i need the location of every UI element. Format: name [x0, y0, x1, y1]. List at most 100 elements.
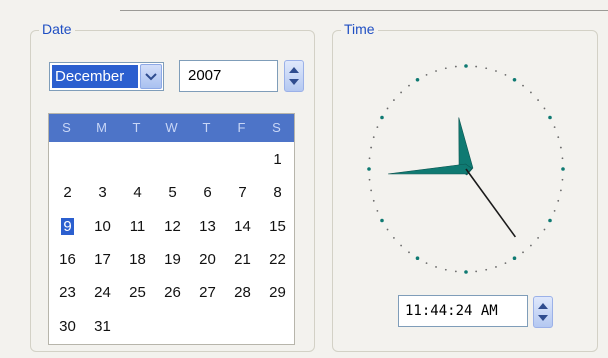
- calendar-day-number: 10: [94, 217, 111, 235]
- clock-hour-marker: [548, 218, 552, 223]
- clock-minute-tick: [435, 266, 437, 268]
- year-field[interactable]: 2007: [179, 60, 278, 92]
- clock-minute-tick: [543, 228, 546, 231]
- calendar-day[interactable]: 20: [190, 244, 225, 277]
- calendar-day[interactable]: 24: [85, 277, 120, 310]
- calendar-day-number: 25: [129, 284, 146, 302]
- calendar-day-number: 20: [199, 250, 216, 268]
- calendar-day-number: 24: [94, 284, 111, 302]
- calendar-day[interactable]: 31: [85, 311, 120, 344]
- calendar-day[interactable]: 18: [120, 244, 155, 277]
- calendar-day[interactable]: 2: [50, 177, 85, 210]
- clock-minute-tick: [393, 237, 395, 239]
- calendar-day-number: 3: [98, 184, 107, 202]
- clock-hour-marker: [380, 115, 384, 120]
- weekday-label: S: [62, 120, 71, 135]
- calendar-day[interactable]: 14: [225, 211, 260, 244]
- calendar-day-number: 18: [129, 250, 146, 268]
- calendar-day[interactable]: 12: [155, 211, 190, 244]
- time-spinner[interactable]: [533, 296, 553, 328]
- calendar-day[interactable]: 15: [260, 211, 295, 244]
- window-top-edge: [120, 10, 608, 11]
- calendar-day[interactable]: 29: [260, 277, 295, 310]
- calendar-day[interactable]: 16: [50, 244, 85, 277]
- spin-down-button[interactable]: [289, 76, 299, 88]
- calendar-day-number: 9: [61, 217, 74, 235]
- calendar-day-number: 26: [164, 284, 181, 302]
- clock-minute-tick: [370, 146, 373, 149]
- clock-minute-tick: [376, 209, 379, 212]
- calendar-day[interactable]: 25: [120, 277, 155, 310]
- calendar-day-number: 12: [164, 217, 181, 235]
- calendar-day[interactable]: 8: [260, 177, 295, 210]
- date-groupbox: Date December 2007 S M T W T F S 1234567…: [30, 21, 315, 352]
- calendar-day[interactable]: 27: [190, 277, 225, 310]
- clock-minute-tick: [553, 209, 556, 212]
- weekday-label: W: [165, 120, 178, 135]
- calendar-day[interactable]: 9: [50, 211, 85, 244]
- calendar-day[interactable]: 23: [50, 277, 85, 310]
- calendar-empty-cell: [50, 144, 85, 177]
- calendar-day[interactable]: 30: [50, 311, 85, 344]
- clock-minute-tick: [425, 74, 428, 76]
- calendar-day[interactable]: 5: [155, 177, 190, 210]
- weekday-label: S: [272, 120, 281, 135]
- calendar-day[interactable]: 22: [260, 244, 295, 277]
- spin-up-button[interactable]: [289, 64, 299, 76]
- arrow-down-icon: [538, 315, 548, 321]
- clock-minute-tick: [530, 91, 532, 94]
- clock-minute-tick: [485, 67, 488, 70]
- calendar-day-number: 14: [234, 217, 251, 235]
- clock-minute-tick: [444, 268, 447, 271]
- calendar-empty-cell: [155, 144, 190, 177]
- month-dropdown[interactable]: December: [49, 62, 164, 91]
- calendar-day[interactable]: 10: [85, 211, 120, 244]
- calendar-day-number: 23: [59, 284, 76, 302]
- clock-minute-tick: [408, 84, 410, 87]
- calendar-day[interactable]: 13: [190, 211, 225, 244]
- clock-minute-tick: [376, 126, 379, 129]
- spin-up-button[interactable]: [538, 300, 548, 312]
- clock-minute-tick: [400, 91, 402, 94]
- calendar-day[interactable]: 28: [225, 277, 260, 310]
- calendar-day[interactable]: 4: [120, 177, 155, 210]
- calendar-day[interactable]: 11: [120, 211, 155, 244]
- chevron-down-icon: [145, 72, 157, 80]
- calendar-day[interactable]: 19: [155, 244, 190, 277]
- clock-minute-tick: [408, 251, 410, 254]
- calendar-day[interactable]: 1: [260, 144, 295, 177]
- calendar-grid: S M T W T F S 1 2 3 4 5 6 7 8 9 10 11 12 13 14 15 16 17 1…: [48, 113, 295, 345]
- calendar-empty-cell: [155, 311, 190, 344]
- clock-minute-tick: [495, 70, 497, 72]
- clock-minute-tick: [400, 244, 402, 247]
- clock-minute-tick: [425, 262, 428, 264]
- clock-minute-tick: [454, 65, 457, 68]
- calendar-day[interactable]: 17: [85, 244, 120, 277]
- calendar-day[interactable]: 7: [225, 177, 260, 210]
- clock-minute-tick: [557, 136, 560, 139]
- calendar-day-number: 1: [273, 151, 282, 168]
- clock-minute-tick: [372, 199, 375, 202]
- calendar-day[interactable]: 6: [190, 177, 225, 210]
- clock-hour-marker: [561, 167, 565, 171]
- clock-minute-tick: [561, 157, 564, 160]
- calendar-day-number: 13: [199, 217, 216, 235]
- clock-minute-tick: [435, 70, 437, 72]
- calendar-day-number: 17: [94, 250, 111, 268]
- year-spinner[interactable]: [284, 60, 304, 92]
- calendar-empty-cell: [190, 311, 225, 344]
- month-value[interactable]: December: [52, 65, 138, 88]
- calendar-empty-cell: [120, 144, 155, 177]
- dropdown-arrow-button[interactable]: [140, 64, 162, 89]
- clock-minute-tick: [543, 107, 546, 110]
- calendar-day-number: 4: [133, 184, 142, 202]
- calendar-day[interactable]: 3: [85, 177, 120, 210]
- spin-down-button[interactable]: [538, 312, 548, 324]
- clock-minute-tick: [495, 266, 497, 268]
- calendar-day[interactable]: 21: [225, 244, 260, 277]
- clock-minute-tick: [370, 189, 373, 192]
- arrow-up-icon: [538, 303, 548, 309]
- time-field[interactable]: 11:44:24 AM: [398, 295, 528, 327]
- calendar-day[interactable]: 26: [155, 277, 190, 310]
- time-groupbox: Time 11:44:24 AM: [332, 21, 598, 352]
